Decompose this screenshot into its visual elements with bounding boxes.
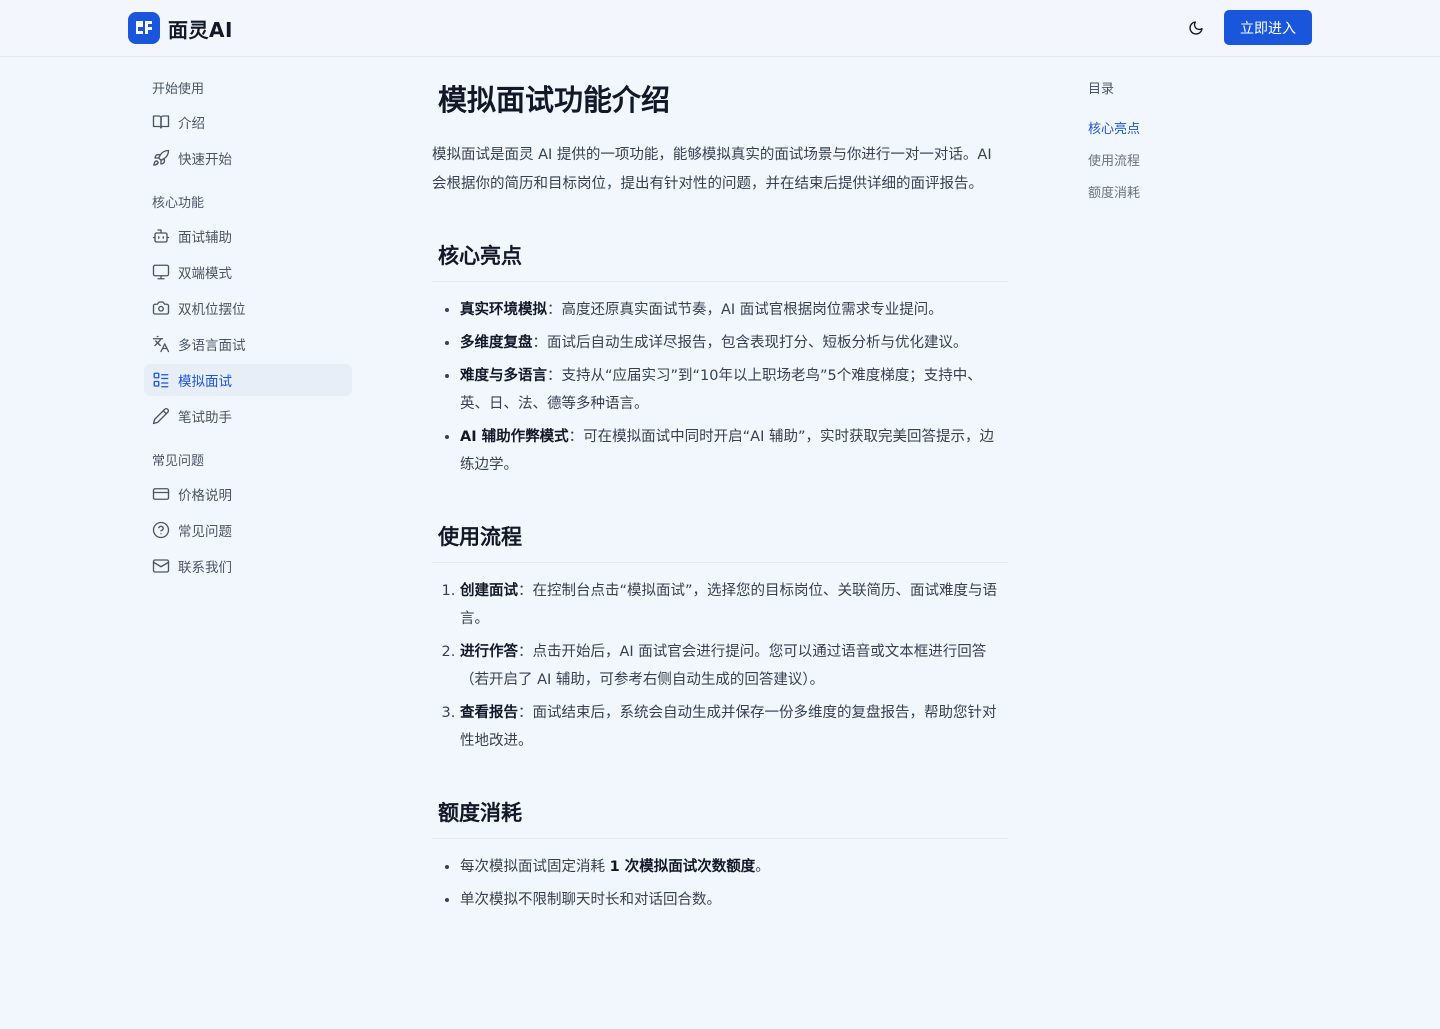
sidebar-item-label: 模拟面试	[178, 374, 232, 390]
sidebar-item-intro[interactable]: 介绍	[144, 106, 352, 138]
sidebar-item-interview-assist[interactable]: 面试辅助	[144, 220, 352, 252]
list-item: 进行作答：点击开始后，AI 面试官会进行提问。您可以通过语音或文本框进行回答（若…	[460, 638, 1008, 694]
sidebar-item-label: 快速开始	[178, 152, 232, 168]
section-heading: 额度消耗	[432, 791, 1008, 839]
toc-title: 目录	[1088, 82, 1115, 97]
sidebar-item-dual-camera[interactable]: 双机位摆位	[144, 292, 352, 324]
camera-icon	[152, 301, 170, 315]
list-item: 查看报告：面试结束后，系统会自动生成并保存一份多维度的复盘报告，帮助您针对性地改…	[460, 699, 1008, 755]
logo-icon	[128, 12, 160, 44]
sidebar-item-label: 介绍	[178, 116, 205, 132]
toc-item-flow[interactable]: 使用流程	[1088, 150, 1268, 174]
list-item-term: 查看报告	[460, 705, 518, 721]
toc-item-highlights[interactable]: 核心亮点	[1088, 118, 1268, 142]
monitor-icon	[152, 264, 170, 280]
sidebar-item-label: 多语言面试	[178, 338, 246, 354]
list-item-desc: ：面试后自动生成详尽报告，包含表现打分、短板分析与优化建议。	[532, 335, 968, 351]
list-item-desc: ：高度还原真实面试节奏，AI 面试官根据岗位需求专业提问。	[547, 302, 943, 318]
list-item: 创建面试：在控制台点击“模拟面试”，选择您的目标岗位、关联简历、面试难度与语言。	[460, 577, 1008, 633]
pencil-icon	[152, 408, 169, 425]
sidebar-item-dual-mode[interactable]: 双端模式	[144, 256, 352, 288]
toc-item-quota[interactable]: 额度消耗	[1088, 182, 1268, 206]
rocket-icon	[153, 149, 170, 166]
main-content: 模拟面试功能介绍 模拟面试是面灵 AI 提供的一项功能，能够模拟真实的面试场景与…	[432, 78, 1008, 919]
list-item-text: 。	[755, 859, 770, 875]
sidebar-item-contact[interactable]: 联系我们	[144, 550, 352, 582]
list-item: 多维度复盘：面试后自动生成详尽报告，包含表现打分、短板分析与优化建议。	[460, 329, 1008, 357]
list-item: AI 辅助作弊模式：可在模拟面试中同时开启“AI 辅助”，实时获取完美回答提示，…	[460, 423, 1008, 479]
sidebar-item-pricing[interactable]: 价格说明	[144, 478, 352, 510]
list-item-desc: ：在控制台点击“模拟面试”，选择您的目标岗位、关联简历、面试难度与语言。	[460, 583, 998, 627]
sidebar-item-quickstart[interactable]: 快速开始	[144, 142, 352, 174]
sidebar-item-label: 价格说明	[178, 488, 232, 504]
flow-list: 创建面试：在控制台点击“模拟面试”，选择您的目标岗位、关联简历、面试难度与语言。…	[432, 577, 1008, 755]
list-item: 每次模拟面试固定消耗 1 次模拟面试次数额度。	[460, 853, 1008, 881]
languages-icon	[152, 335, 170, 353]
list-item-term: 真实环境模拟	[460, 302, 547, 318]
section-heading: 核心亮点	[432, 234, 1008, 282]
section-heading: 使用流程	[432, 515, 1008, 563]
list-item: 难度与多语言：支持从“应届实习”到“10年以上职场老鸟”5个难度梯度；支持中、英…	[460, 362, 1008, 418]
list-checklist-icon	[153, 372, 169, 388]
list-item: 真实环境模拟：高度还原真实面试节奏，AI 面试官根据岗位需求专业提问。	[460, 296, 1008, 324]
logo[interactable]: 面灵AI	[128, 12, 233, 44]
list-item: 单次模拟不限制聊天时长和对话回合数。	[460, 886, 1008, 914]
list-item-desc: ：面试结束后，系统会自动生成并保存一份多维度的复盘报告，帮助您针对性地改进。	[460, 705, 997, 749]
logo-text: 面灵AI	[168, 17, 233, 42]
sidebar-item-label: 笔试助手	[178, 410, 232, 426]
nav-group-getting-started: 开始使用 介绍 快速开始	[144, 78, 352, 174]
mail-icon	[152, 559, 170, 573]
list-item-term: AI 辅助作弊模式	[460, 429, 569, 445]
sidebar-item-label: 面试辅助	[178, 230, 232, 246]
sidebar-item-label: 双机位摆位	[178, 302, 246, 318]
sidebar-item-faq[interactable]: 常见问题	[144, 514, 352, 546]
list-item-text: 单次模拟不限制聊天时长和对话回合数。	[460, 892, 721, 908]
sidebar-item-multilingual[interactable]: 多语言面试	[144, 328, 352, 360]
nav-section-title: 常见问题	[152, 454, 205, 469]
list-item-term: 难度与多语言	[460, 368, 547, 384]
moon-icon	[1189, 21, 1203, 35]
list-item-term: 进行作答	[460, 644, 518, 660]
list-item-term: 多维度复盘	[460, 335, 533, 351]
section-quota: 额度消耗 每次模拟面试固定消耗 1 次模拟面试次数额度。 单次模拟不限制聊天时长…	[432, 791, 1008, 914]
intro-paragraph: 模拟面试是面灵 AI 提供的一项功能，能够模拟真实的面试场景与你进行一对一对话。…	[432, 147, 992, 192]
nav-group-faq: 常见问题 价格说明 常见问题 联系我们	[144, 450, 352, 582]
quota-list: 每次模拟面试固定消耗 1 次模拟面试次数额度。 单次模拟不限制聊天时长和对话回合…	[432, 853, 1008, 914]
sidebar-item-written-test[interactable]: 笔试助手	[144, 400, 352, 432]
sidebar-item-label: 常见问题	[178, 524, 232, 540]
nav-section-title: 开始使用	[152, 82, 205, 97]
nav-section-title: 核心功能	[152, 196, 205, 211]
list-item-term: 1 次模拟面试次数额度	[609, 859, 756, 875]
list-item-desc: ：点击开始后，AI 面试官会进行提问。您可以通过语音或文本框进行回答（若开启了 …	[460, 644, 987, 688]
top-header: 面灵AI 立即进入	[0, 0, 1440, 57]
nav-group-core-features: 核心功能 面试辅助 双端模式 双机位摆位 多语言面试 模拟面试 笔试助手	[144, 192, 352, 432]
sidebar-item-label: 双端模式	[178, 266, 232, 282]
section-highlights: 核心亮点 真实环境模拟：高度还原真实面试节奏，AI 面试官根据岗位需求专业提问。…	[432, 234, 1008, 479]
list-item-text: 每次模拟面试固定消耗	[460, 859, 610, 875]
section-flow: 使用流程 创建面试：在控制台点击“模拟面试”，选择您的目标岗位、关联简历、面试难…	[432, 515, 1008, 755]
help-circle-icon	[152, 521, 170, 539]
page-title: 模拟面试功能介绍	[438, 83, 671, 117]
book-icon	[152, 115, 170, 129]
theme-toggle-button[interactable]	[1184, 16, 1208, 40]
sidebar-nav: 开始使用 介绍 快速开始 核心功能 面试辅助 双端模式 双机位摆位 多语言面试	[144, 78, 352, 600]
bot-icon	[152, 229, 170, 243]
table-of-contents: 目录 核心亮点 使用流程 额度消耗	[1088, 78, 1268, 214]
sidebar-item-label: 联系我们	[178, 560, 232, 576]
enter-button[interactable]: 立即进入	[1224, 10, 1312, 45]
sidebar-item-mock-interview[interactable]: 模拟面试	[144, 364, 352, 396]
list-item-term: 创建面试	[460, 583, 518, 599]
highlights-list: 真实环境模拟：高度还原真实面试节奏，AI 面试官根据岗位需求专业提问。 多维度复…	[432, 296, 1008, 479]
credit-card-icon	[152, 488, 170, 500]
